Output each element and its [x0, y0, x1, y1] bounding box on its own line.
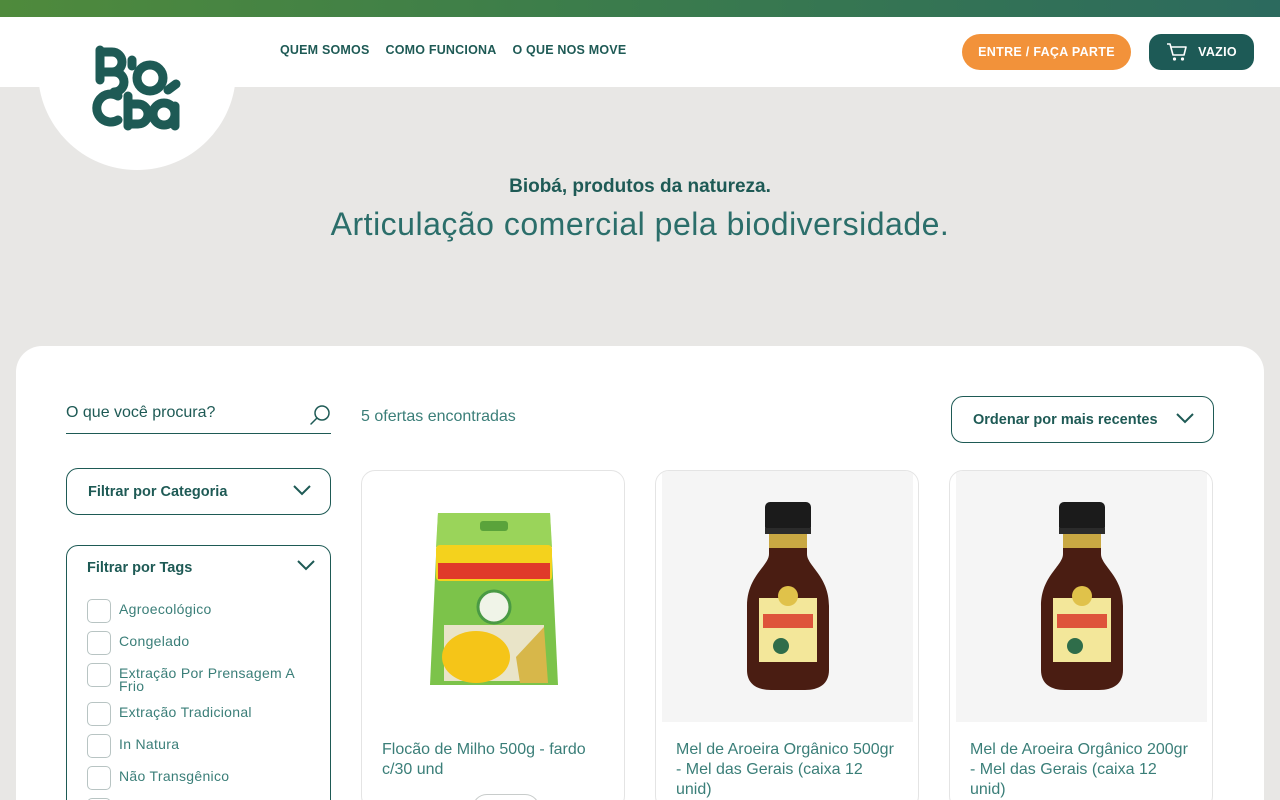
cart-button[interactable]: VAZIO — [1149, 34, 1254, 70]
product-image[interactable] — [662, 471, 913, 722]
search-box — [66, 398, 331, 434]
nav-quem-somos[interactable]: QUEM SOMOS — [280, 43, 370, 57]
chevron-down-icon[interactable] — [296, 558, 316, 577]
tag-option[interactable]: Não Transgênico — [87, 766, 314, 790]
product-title[interactable]: Flocão de Milho 500g - fardo c/30 und — [382, 740, 607, 780]
sort-dropdown[interactable]: Ordenar por mais recentes — [951, 396, 1214, 443]
bioba-logo[interactable] — [92, 44, 182, 132]
tag-checkbox[interactable] — [87, 734, 111, 758]
tag-label: In Natura — [119, 736, 180, 752]
tag-option[interactable]: Agroecológico — [87, 599, 314, 623]
top-accent-bar — [0, 0, 1280, 17]
tag-option[interactable]: Extração Por Prensagem A Frio — [87, 663, 314, 693]
tag-checkbox[interactable] — [87, 766, 111, 790]
cart-status-label: VAZIO — [1198, 45, 1237, 59]
search-icon[interactable] — [309, 404, 331, 431]
product-image[interactable] — [368, 471, 619, 722]
join-button[interactable]: ENTRE / FAÇA PARTE — [962, 34, 1131, 70]
join-button-label: ENTRE / FAÇA PARTE — [978, 45, 1115, 59]
tag-option[interactable]: Congelado — [87, 631, 314, 655]
tag-label: Não Transgênico — [119, 768, 230, 784]
chevron-down-icon — [1175, 411, 1195, 429]
results-count: 5 ofertas encontradas — [361, 408, 516, 425]
hero-subtitle: Articulação comercial pela biodiversidad… — [330, 206, 950, 242]
corn-flour-package-image — [429, 512, 558, 685]
product-card[interactable]: Flocão de Milho 500g - fardo c/30 und — [361, 470, 625, 800]
tags-filter-panel: Filtrar por Tags Agroecológico Congelado… — [66, 545, 331, 800]
product-image[interactable] — [956, 471, 1207, 722]
product-card[interactable]: Mel de Aroeira Orgânico 200gr - Mel das … — [949, 470, 1213, 800]
tag-option[interactable]: Extração Tradicional — [87, 702, 314, 726]
category-filter-label: Filtrar por Categoria — [88, 483, 228, 500]
tag-checkbox[interactable] — [87, 631, 111, 655]
chevron-down-icon — [292, 483, 312, 501]
tag-checkbox[interactable] — [87, 599, 111, 623]
honey-bottle-image — [1040, 501, 1123, 690]
tag-option[interactable]: In Natura — [87, 734, 314, 758]
product-title[interactable]: Mel de Aroeira Orgânico 500gr - Mel das … — [676, 740, 901, 800]
tag-checkbox[interactable] — [87, 663, 111, 687]
search-input[interactable] — [66, 398, 296, 422]
tag-label: Agroecológico — [119, 601, 212, 617]
nav-como-funciona[interactable]: COMO FUNCIONA — [386, 43, 497, 57]
tag-checkbox[interactable] — [87, 702, 111, 726]
tag-label: Extração Tradicional — [119, 704, 252, 720]
bioba-logo-mark — [92, 45, 181, 131]
tag-label: Congelado — [119, 633, 190, 649]
nav-o-que-nos-move[interactable]: O QUE NOS MOVE — [512, 43, 626, 57]
tags-filter-label[interactable]: Filtrar por Tags — [87, 560, 192, 576]
product-title[interactable]: Mel de Aroeira Orgânico 200gr - Mel das … — [970, 740, 1195, 800]
honey-bottle-image — [746, 501, 829, 690]
tag-label: Extração Por Prensagem A Frio — [119, 665, 295, 694]
quantity-pill[interactable] — [472, 794, 540, 800]
product-card[interactable]: Mel de Aroeira Orgânico 500gr - Mel das … — [655, 470, 919, 800]
cart-icon — [1167, 43, 1187, 61]
main-nav: QUEM SOMOS COMO FUNCIONA O QUE NOS MOVE — [280, 43, 626, 57]
category-filter-dropdown[interactable]: Filtrar por Categoria — [66, 468, 331, 515]
sort-label: Ordenar por mais recentes — [973, 411, 1158, 428]
hero-title: Biobá, produtos da natureza. — [509, 176, 771, 197]
